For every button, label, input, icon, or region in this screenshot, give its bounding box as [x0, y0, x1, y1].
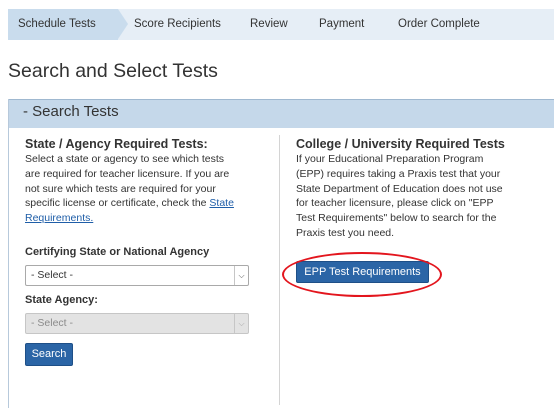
certifying-agency-label: Certifying State or National Agency — [25, 246, 210, 258]
step-review[interactable]: Review — [250, 9, 288, 40]
description-line: not sure which tests are required for yo… — [25, 182, 216, 195]
state-requirements-link-continued[interactable]: Requirements. — [25, 212, 93, 224]
panel-header[interactable]: - Search Tests — [9, 99, 554, 128]
search-button[interactable]: Search — [25, 343, 73, 366]
state-agency-section: State / Agency Required Tests: Select a … — [25, 137, 257, 226]
certifying-agency-selected-value: - Select - — [31, 269, 74, 281]
step-order-complete[interactable]: Order Complete — [398, 9, 480, 40]
chevron-down-icon: ⌵ — [234, 314, 248, 333]
step-score-recipients[interactable]: Score Recipients — [134, 9, 221, 40]
step-payment[interactable]: Payment — [319, 9, 364, 40]
description-line: (EPP) requires taking a Praxis test that… — [296, 167, 501, 180]
state-agency-description: Select a state or agency to see which te… — [25, 152, 257, 226]
description-line: Test Requirements" below to search for t… — [296, 212, 497, 225]
description-line: Select a state or agency to see which te… — [25, 153, 225, 165]
description-line: Praxis test you need. — [296, 226, 395, 239]
college-university-title: College / University Required Tests — [296, 137, 505, 151]
description-line: for teacher licensure, please click on "… — [296, 197, 494, 210]
state-agency-title: State / Agency Required Tests: — [25, 137, 208, 151]
chevron-down-icon: ⌵ — [234, 266, 248, 285]
page-title: Search and Select Tests — [8, 60, 218, 82]
certifying-agency-select[interactable]: - Select - ⌵ — [25, 265, 249, 286]
column-divider — [279, 135, 280, 405]
state-agency-selected-value: - Select - — [31, 317, 74, 329]
college-university-description: If your Educational Preparation Program … — [296, 152, 546, 241]
panel-header-title: - Search Tests — [23, 103, 119, 120]
step-schedule-tests[interactable]: Schedule Tests — [8, 9, 118, 40]
description-line: If your Educational Preparation Program — [296, 153, 484, 165]
description-line: State Department of Education does not u… — [296, 182, 503, 195]
state-requirements-link[interactable]: State — [209, 197, 234, 209]
description-line: are required for teacher licensure. If y… — [25, 167, 230, 180]
description-line: specific license or certificate, check t… — [25, 197, 210, 210]
state-agency-select[interactable]: - Select - ⌵ — [25, 313, 249, 334]
active-step-arrow — [118, 9, 128, 39]
college-university-section: College / University Required Tests If y… — [296, 137, 546, 241]
epp-test-requirements-button[interactable]: EPP Test Requirements — [296, 261, 429, 283]
search-tests-panel: - Search Tests State / Agency Required T… — [8, 99, 554, 408]
state-agency-label: State Agency: — [25, 294, 98, 306]
progress-steps: Schedule Tests Score Recipients Review P… — [8, 9, 554, 40]
